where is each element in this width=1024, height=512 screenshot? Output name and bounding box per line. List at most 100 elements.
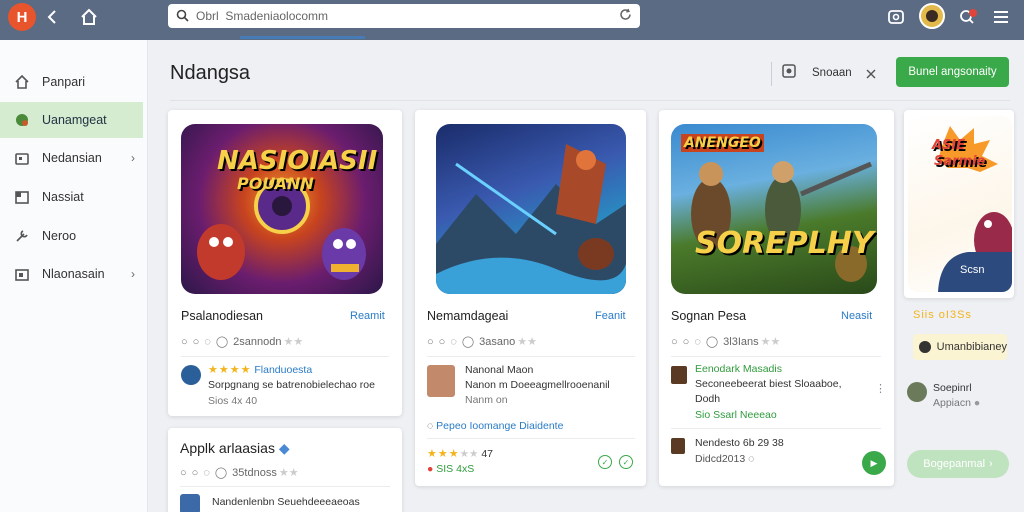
- game-card[interactable]: Nemamdageai Feanit ○ ○ ◌ ◯ 3asano ★★ Nan…: [415, 110, 646, 486]
- game-action-link[interactable]: Reamit: [350, 310, 385, 322]
- game-card[interactable]: Applk arlaasias ◆ ○ ○ ◌ ◯ 35tdnoss ★★ Na…: [168, 428, 402, 512]
- sidebar-item-label: Nassiat: [42, 190, 84, 204]
- user-icon: ○: [682, 335, 690, 348]
- game-card[interactable]: NASIOIASII POUANN Psalanodiesan Reamit ○…: [168, 110, 402, 416]
- share-icon: ◌: [203, 466, 210, 479]
- reviewer-avatar[interactable]: [181, 365, 201, 385]
- reviewer-avatar[interactable]: [907, 382, 927, 402]
- review-rating: Sio Ssarl Neeeao: [695, 409, 777, 421]
- play-button[interactable]: ▶: [862, 451, 886, 475]
- camera-icon[interactable]: [885, 6, 907, 28]
- close-icon[interactable]: [866, 66, 876, 82]
- rating-stars: ★★: [283, 336, 304, 348]
- share-icon: ◌: [204, 335, 211, 348]
- game-art-title: NASIOIASII: [217, 146, 378, 176]
- primary-action-button[interactable]: Bunel angsonaity: [896, 57, 1009, 87]
- game-meta-text: 2sannodn: [233, 335, 282, 348]
- comment-icon: ○: [671, 335, 678, 348]
- search-bar[interactable]: [168, 4, 640, 28]
- game-card[interactable]: ASIE Sarmie Scsn: [904, 110, 1014, 298]
- game-action-link[interactable]: Neasit: [841, 310, 872, 322]
- game-action-link[interactable]: Feanit: [595, 310, 626, 322]
- reviewer-avatar[interactable]: [671, 438, 685, 454]
- reviewer-sub: Appiacn ●: [933, 397, 981, 409]
- game-card[interactable]: ANENGEO SOREPLHY Sognan Pesa Neasit ○ ○ …: [659, 110, 894, 486]
- game-meta-text: 3l3Ians: [723, 335, 759, 348]
- card-divider: [427, 356, 635, 357]
- comment-icon: ○: [427, 335, 434, 348]
- sidebar-item-0[interactable]: Panpari: [0, 64, 143, 100]
- card-divider: [180, 486, 390, 487]
- game-cover-image[interactable]: ANENGEO SOREPLHY: [671, 124, 877, 294]
- header-search-label[interactable]: Snoaan: [812, 67, 852, 79]
- reviewer-avatar[interactable]: [427, 365, 455, 397]
- review-footer: ◌ Pepeo Ioomange Diaidente: [427, 420, 564, 432]
- rating-stars: ★★: [760, 336, 781, 348]
- comment-icon: ○: [180, 466, 187, 479]
- header-divider-line: [170, 100, 1010, 101]
- sidebar-item-label: Neroo: [42, 229, 77, 243]
- review-label: Flanduoesta: [254, 364, 313, 376]
- card-divider: [427, 438, 635, 439]
- game-art-subtitle: SOREPLHY: [695, 226, 874, 261]
- stat-row: ● SIS 4xS: [427, 463, 475, 475]
- game-title[interactable]: Sognan Pesa: [671, 309, 746, 323]
- heart-icon: ●: [427, 463, 434, 475]
- sidebar-item-3[interactable]: Nassiat: [0, 179, 143, 215]
- reviewer-name: Nanonal Maon: [465, 364, 534, 376]
- image-icon[interactable]: [782, 64, 796, 81]
- game-art-subtitle: POUANN: [237, 174, 314, 193]
- sidebar-item-1[interactable]: Uanamgeat: [0, 102, 143, 138]
- check-circle-icon: ●: [973, 397, 981, 409]
- sidebar-item-4[interactable]: Neroo: [0, 218, 143, 254]
- rating-stars: ★★: [278, 467, 299, 479]
- review-text: Seconeebeerat biest Sloaaboe,: [695, 378, 842, 390]
- game-cover-image[interactable]: [436, 124, 626, 294]
- reviewer-avatar[interactable]: [180, 494, 200, 512]
- secondary-action-button[interactable]: Bogepanmal ›: [907, 450, 1009, 478]
- game-title[interactable]: Nemamdageai: [427, 309, 508, 323]
- game-meta-text: 3asano: [479, 335, 516, 348]
- header-divider: [771, 62, 772, 86]
- status-badge[interactable]: Umanbibianey: [913, 334, 1007, 360]
- gamepad-icon: [13, 111, 31, 129]
- accept-icon[interactable]: ✓: [598, 455, 612, 469]
- review-sub: Nanm on: [465, 394, 508, 406]
- review-text: Sorpgnang se batrenobielechao roe: [208, 379, 375, 391]
- review-sub: Dodh: [695, 393, 721, 405]
- search-input[interactable]: [196, 9, 619, 23]
- star-rating-icon: ★★★★: [208, 364, 252, 376]
- sidebar-item-2[interactable]: Nedansian ›: [0, 140, 143, 176]
- top-bar: H: [0, 0, 1024, 40]
- review-text: Nandenlenbn Seuehdeeeaeoas: [212, 496, 360, 508]
- game-meta: ○ ○ ◌ ◯ 2sannodn ★★: [181, 335, 304, 349]
- chat-icon: ◯: [461, 336, 475, 348]
- chat-icon: ◯: [215, 336, 229, 348]
- more-icon[interactable]: ⋮: [875, 382, 886, 395]
- sidebar-item-label: Nedansian: [42, 151, 102, 165]
- reviewer-name: Soepinrl: [933, 382, 972, 394]
- review-text: Nanon m Doeeagmellrooenanil: [465, 379, 610, 391]
- reviewer-avatar[interactable]: [671, 366, 687, 384]
- review-sub: Sios 4x 40: [208, 395, 258, 407]
- user-avatar[interactable]: [919, 3, 945, 29]
- chevron-right-icon: ›: [131, 151, 135, 165]
- chat-icon: ◯: [214, 467, 228, 479]
- game-cover-image[interactable]: NASIOIASII POUANN: [181, 124, 383, 294]
- game-meta: ○ ○ ◌ ◯ 3asano ★★: [427, 335, 537, 349]
- game-title[interactable]: Applk arlaasias ◆: [180, 440, 290, 457]
- star-rating-icon: ★★★: [427, 448, 460, 460]
- app-logo-icon[interactable]: H: [8, 3, 36, 31]
- back-icon[interactable]: [42, 6, 64, 28]
- menu-icon[interactable]: [990, 6, 1012, 28]
- sidebar: Panpari Uanamgeat Nedansian › Nassiat Ne…: [0, 40, 148, 512]
- sidebar-item-5[interactable]: Nlaonasain ›: [0, 256, 143, 292]
- check-circle-icon[interactable]: ✓: [619, 455, 633, 469]
- game-meta-text: 35tdnoss: [232, 466, 277, 479]
- review-rating: ★★★★ Flanduoesta: [208, 363, 312, 376]
- user-icon: ○: [191, 466, 199, 479]
- game-title[interactable]: Psalanodiesan: [181, 309, 263, 323]
- reload-icon[interactable]: [619, 8, 632, 24]
- game-cover-image[interactable]: ASIE Sarmie Scsn: [908, 116, 1012, 292]
- home-icon[interactable]: [78, 6, 100, 28]
